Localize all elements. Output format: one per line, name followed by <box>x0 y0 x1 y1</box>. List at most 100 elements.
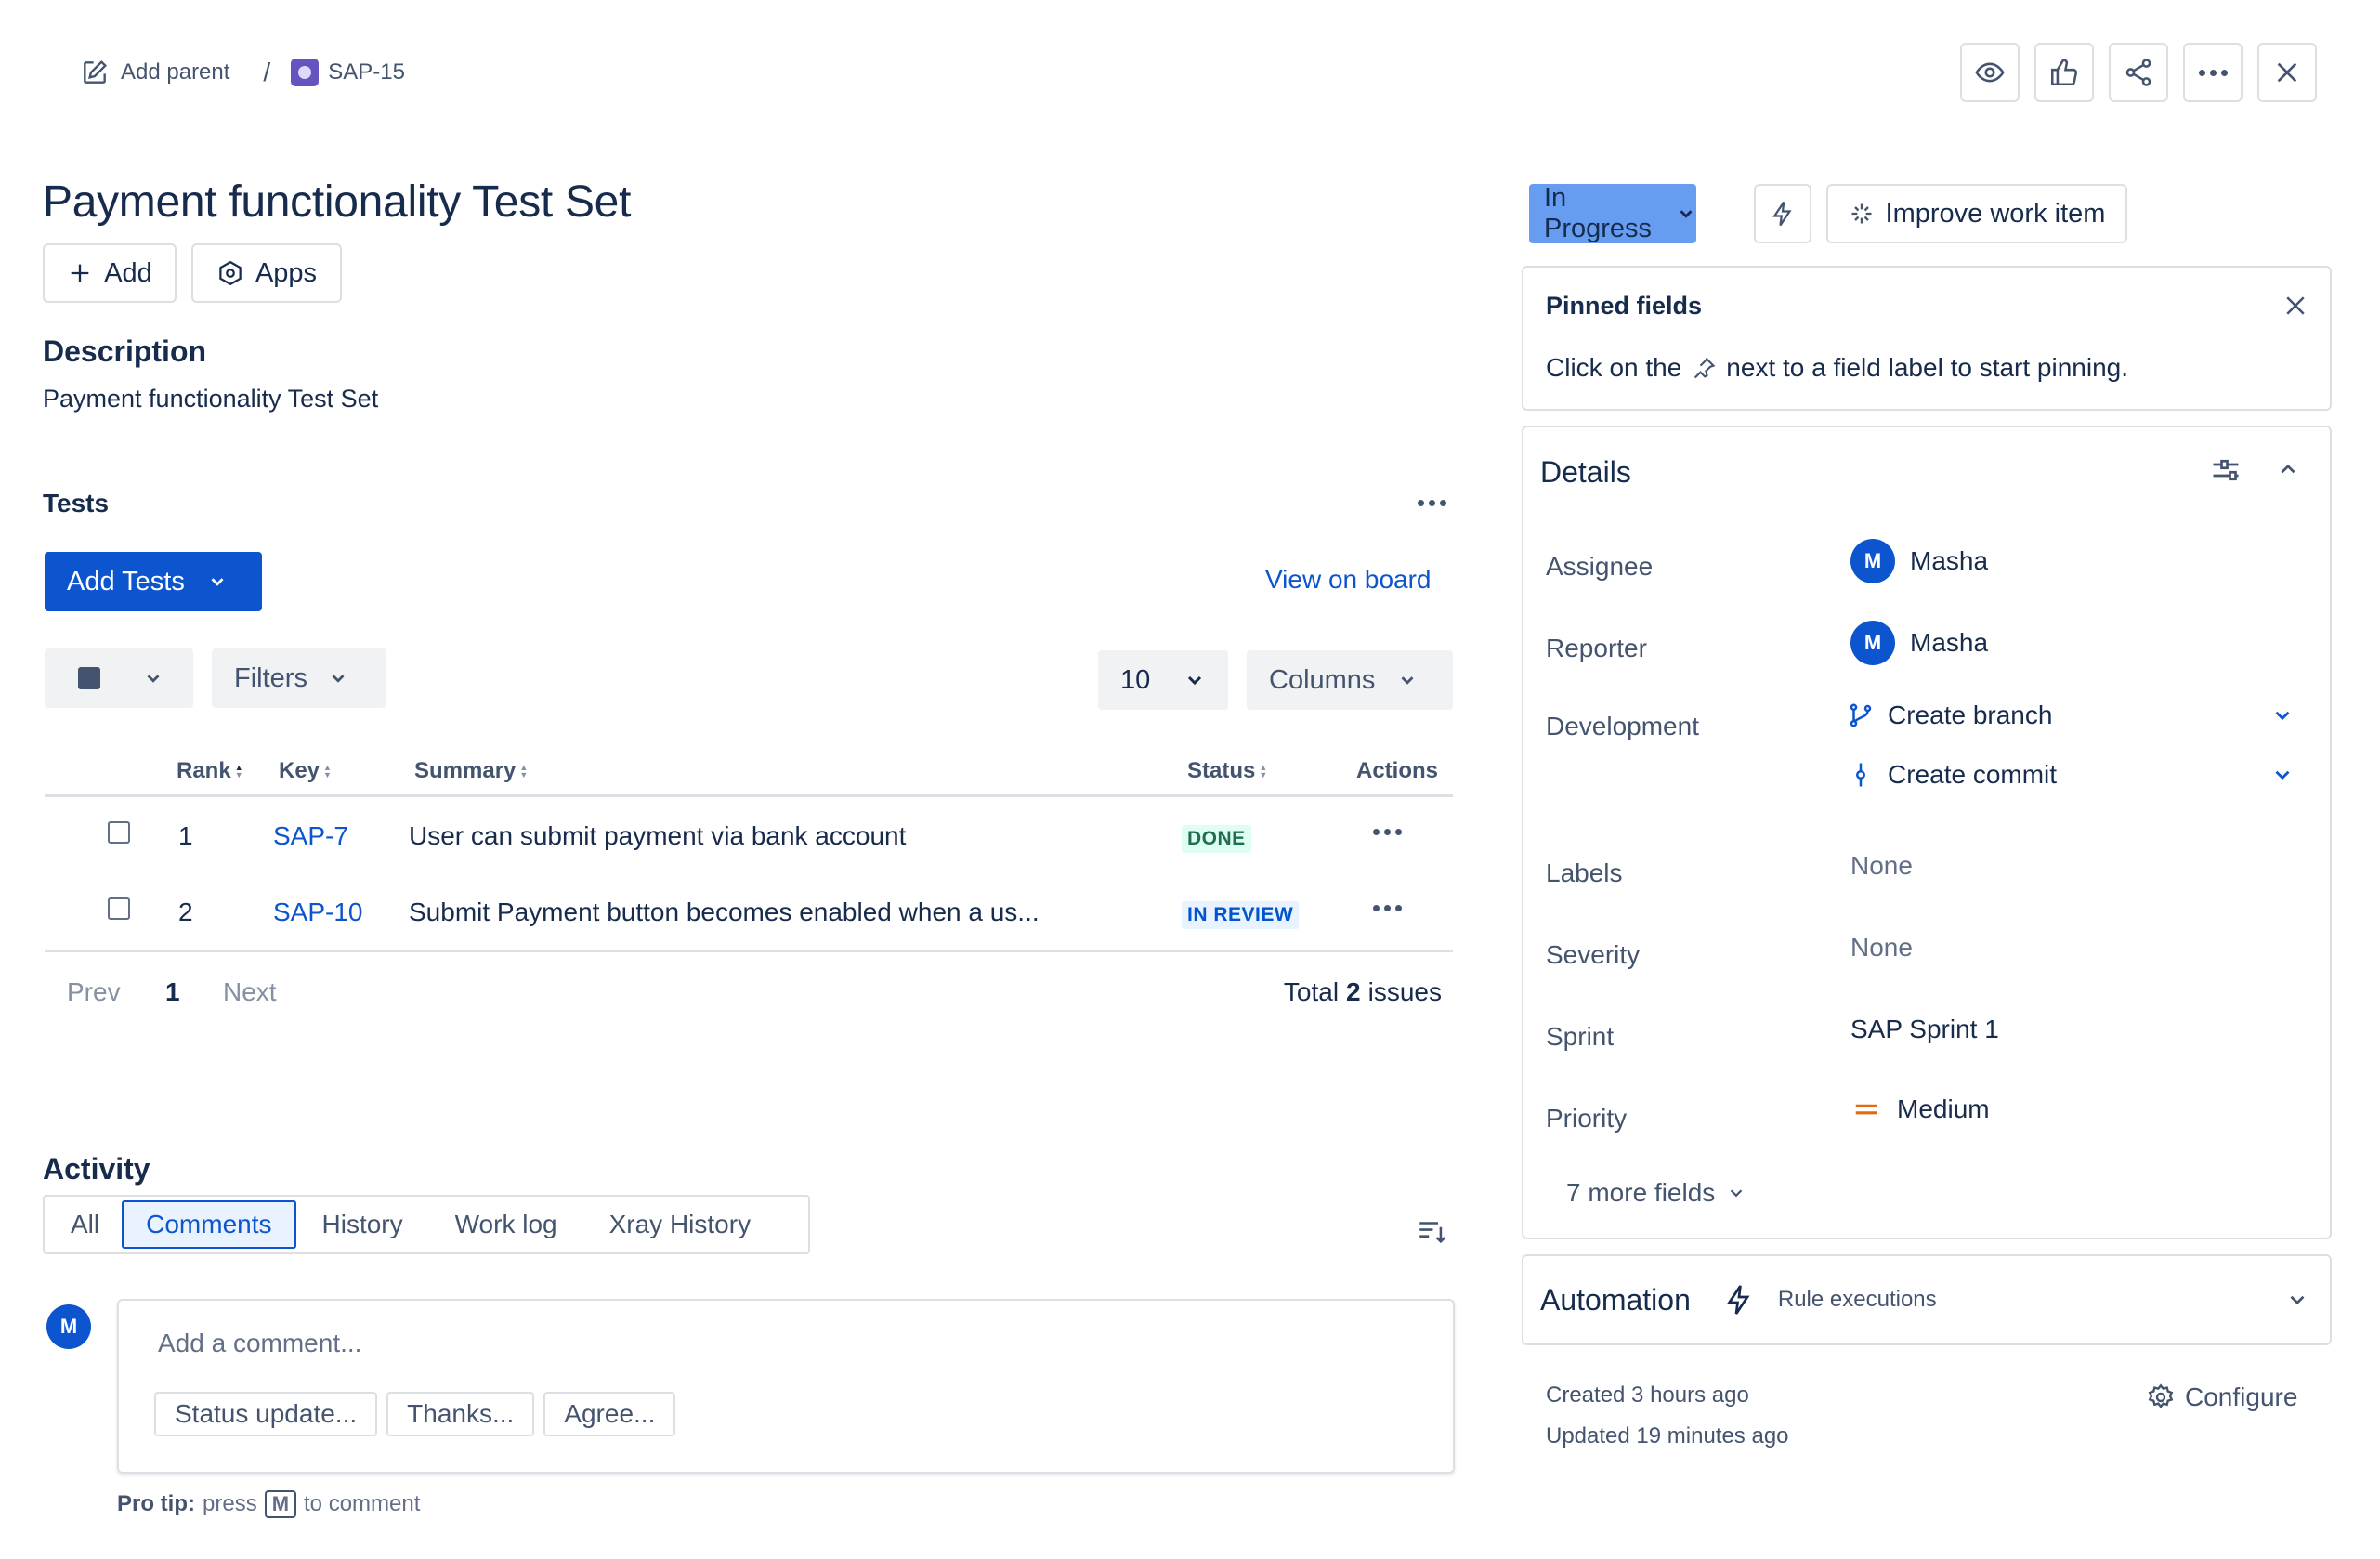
details-heading[interactable]: Details <box>1540 455 1631 490</box>
row-checkbox[interactable] <box>108 897 130 920</box>
chevron-down-icon[interactable] <box>2270 763 2295 787</box>
summary-column-header[interactable]: Summary ▲ ▼ <box>414 758 528 784</box>
add-button[interactable]: Add <box>43 243 177 303</box>
status-lozenge: IN REVIEW <box>1182 901 1300 929</box>
chevron-down-icon <box>143 668 163 688</box>
automation-heading: Automation <box>1540 1282 1691 1317</box>
severity-value[interactable]: None <box>1850 933 1913 963</box>
sprint-link[interactable]: SAP Sprint 1 <box>1850 1015 1999 1044</box>
table-header-divider <box>45 794 1453 797</box>
configure-button[interactable]: Configure <box>2146 1382 2297 1412</box>
priority-label: Priority <box>1546 1104 1628 1133</box>
tab-history[interactable]: History <box>296 1200 429 1249</box>
collapse-details-button[interactable] <box>2276 457 2300 481</box>
more-icon <box>2198 69 2228 76</box>
row-summary[interactable]: Submit Payment button becomes enabled wh… <box>409 897 1040 927</box>
breadcrumb-separator: / <box>263 58 271 86</box>
more-fields-button[interactable]: 7 more fields <box>1566 1178 1746 1208</box>
pinned-hint-before: Click on the <box>1546 353 1682 382</box>
comment-input[interactable]: Add a comment... <box>158 1329 361 1358</box>
labels-value[interactable]: None <box>1850 851 1913 881</box>
status-button[interactable]: In Progress <box>1529 183 1696 243</box>
issue-key-link[interactable]: SAP-15 <box>291 59 405 86</box>
activity-heading: Activity <box>43 1152 150 1186</box>
quick-reply-status-update[interactable]: Status update... <box>154 1392 378 1436</box>
create-branch-row[interactable]: Create branch <box>1847 701 2295 730</box>
add-parent-link[interactable]: Add parent <box>80 58 229 87</box>
row-key-link[interactable]: SAP-10 <box>273 897 363 927</box>
chevron-down-icon[interactable] <box>2270 703 2295 727</box>
row-checkbox[interactable] <box>108 821 130 844</box>
share-button[interactable] <box>2109 43 2168 102</box>
watch-button[interactable] <box>1960 43 2020 102</box>
next-page-button[interactable]: Next <box>223 977 277 1007</box>
branch-icon <box>1847 701 1875 729</box>
filters-dropdown[interactable]: Filters <box>212 648 386 708</box>
row-key-link[interactable]: SAP-7 <box>273 821 348 851</box>
chevron-down-icon <box>1726 1183 1746 1203</box>
sliders-icon <box>2209 453 2243 487</box>
row-actions-icon[interactable] <box>1373 829 1402 835</box>
improve-work-item-button[interactable]: Improve work item <box>1826 184 2127 243</box>
prev-page-button[interactable]: Prev <box>67 977 121 1007</box>
bulk-select-dropdown[interactable] <box>45 648 193 708</box>
sort-icon: ▲ ▼ <box>1259 763 1268 780</box>
quick-reply-thanks[interactable]: Thanks... <box>386 1392 535 1436</box>
row-summary[interactable]: User can submit payment via bank account <box>409 821 906 851</box>
columns-dropdown[interactable]: Columns <box>1247 650 1453 710</box>
share-icon <box>2123 57 2154 88</box>
comment-box[interactable]: Add a comment... Status update... Thanks… <box>117 1299 1455 1474</box>
key-column-header[interactable]: Key ▲ ▼ <box>279 758 332 784</box>
tests-more-icon[interactable] <box>1418 500 1446 506</box>
configure-fields-button[interactable] <box>2209 453 2243 487</box>
reporter-field[interactable]: M Masha <box>1850 621 1988 665</box>
avatar: M <box>46 1304 91 1349</box>
quick-reply-agree[interactable]: Agree... <box>543 1392 676 1436</box>
add-tests-label: Add Tests <box>67 566 185 596</box>
sort-list-icon <box>1416 1215 1447 1247</box>
avatar: M <box>1850 539 1895 583</box>
close-pinned-button[interactable] <box>2282 292 2309 320</box>
automation-action-button[interactable] <box>1754 184 1811 243</box>
sort-activity-button[interactable] <box>1416 1215 1447 1247</box>
status-column-header[interactable]: Status ▲ ▼ <box>1187 758 1267 784</box>
create-commit-row[interactable]: Create commit <box>1847 760 2295 790</box>
apps-hexagon-icon <box>216 259 244 287</box>
commit-icon <box>1847 761 1875 789</box>
tab-xray-history[interactable]: Xray History <box>583 1200 777 1249</box>
close-button[interactable] <box>2257 43 2317 102</box>
sort-icon: ▲ ▼ <box>519 763 529 780</box>
view-on-board-link[interactable]: View on board <box>1265 565 1432 595</box>
thumbs-up-icon <box>2048 57 2080 88</box>
assignee-field[interactable]: M Masha <box>1850 539 1988 583</box>
add-tests-button[interactable]: Add Tests <box>45 552 262 611</box>
row-actions-icon[interactable] <box>1373 905 1402 911</box>
apps-button[interactable]: Apps <box>191 243 342 303</box>
tab-work-log[interactable]: Work log <box>429 1200 583 1249</box>
tab-comments[interactable]: Comments <box>122 1200 296 1249</box>
chevron-down-icon <box>1676 203 1696 224</box>
table-row[interactable]: 2 SAP-10 Submit Payment button becomes e… <box>45 881 1453 940</box>
priority-field[interactable]: Medium <box>1852 1094 1990 1124</box>
sparkle-icon <box>1849 201 1875 227</box>
pin-icon <box>1691 355 1717 381</box>
vote-button[interactable] <box>2034 43 2094 102</box>
plus-icon <box>67 260 93 286</box>
description-text[interactable]: Payment functionality Test Set <box>43 385 378 413</box>
add-label: Add <box>104 257 152 288</box>
page-size-select[interactable]: 10 <box>1098 650 1228 710</box>
table-row[interactable]: 1 SAP-7 User can submit payment via bank… <box>45 806 1453 866</box>
close-icon <box>2272 58 2302 87</box>
chevron-down-icon[interactable] <box>2285 1288 2309 1312</box>
avatar: M <box>1850 621 1895 665</box>
rank-header-label: Rank <box>177 758 231 783</box>
more-actions-button[interactable] <box>2183 43 2243 102</box>
pro-tip-label: Pro tip: <box>117 1491 195 1516</box>
current-page-button[interactable]: 1 <box>165 977 180 1007</box>
rank-column-header[interactable]: Rank ▲ ▼ <box>177 758 243 784</box>
tab-all[interactable]: All <box>48 1200 122 1249</box>
chevron-up-icon <box>2276 457 2300 481</box>
automation-panel[interactable]: Automation Rule executions <box>1522 1254 2332 1345</box>
create-commit-label: Create commit <box>1888 760 2058 789</box>
issue-title[interactable]: Payment functionality Test Set <box>43 177 631 228</box>
